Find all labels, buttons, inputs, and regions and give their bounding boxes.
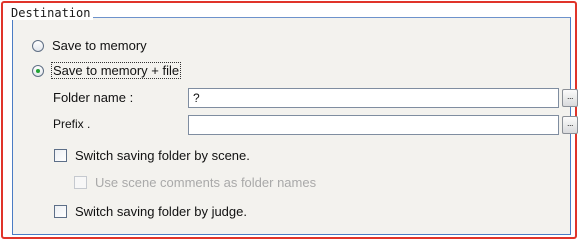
save-to-memory-label: Save to memory	[52, 38, 147, 53]
switch-folder-by-scene-label: Switch saving folder by scene.	[75, 148, 250, 163]
prefix-label: Prefix .	[53, 117, 91, 131]
folder-name-input[interactable]: ?	[188, 88, 559, 108]
prefix-browse-button[interactable]: ...	[562, 116, 578, 134]
highlight-frame: Save to memory Save to memory + file Fol…	[1, 1, 578, 239]
switch-folder-by-judge-label: Switch saving folder by judge.	[75, 204, 247, 219]
switch-folder-by-judge-option[interactable]: Switch saving folder by judge.	[54, 204, 247, 219]
save-to-memory-option[interactable]: Save to memory	[32, 38, 147, 53]
prefix-input[interactable]	[188, 115, 559, 135]
save-to-memory-file-label: Save to memory + file	[50, 62, 182, 79]
switch-folder-by-scene-option[interactable]: Switch saving folder by scene.	[54, 148, 250, 163]
use-scene-comments-option: Use scene comments as folder names	[74, 175, 316, 190]
destination-group-title: Destination	[9, 7, 94, 20]
use-scene-comments-label: Use scene comments as folder names	[95, 175, 317, 190]
switch-folder-by-scene-checkbox[interactable]	[54, 149, 67, 162]
folder-name-label: Folder name :	[53, 90, 134, 105]
save-to-memory-radio[interactable]	[32, 39, 44, 52]
save-to-memory-file-radio[interactable]	[32, 64, 44, 77]
save-to-memory-file-option[interactable]: Save to memory + file	[32, 62, 182, 79]
use-scene-comments-checkbox	[74, 176, 87, 189]
switch-folder-by-judge-checkbox[interactable]	[54, 205, 67, 218]
folder-browse-button[interactable]: ...	[562, 89, 578, 107]
destination-group: Save to memory Save to memory + file Fol…	[12, 17, 578, 235]
